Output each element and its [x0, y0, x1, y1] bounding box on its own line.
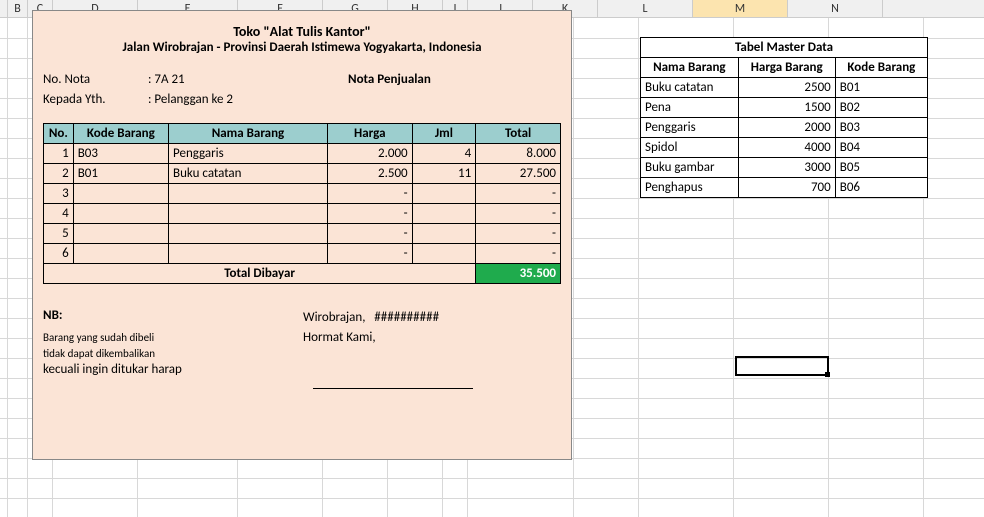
- master-table-panel: Tabel Master Data Nama Barang Harga Bara…: [640, 37, 928, 198]
- master-row[interactable]: Buku catatan 2500 B01: [641, 78, 928, 98]
- master-row[interactable]: Penggaris 2000 B03: [641, 118, 928, 138]
- master-row[interactable]: Penghapus 700 B06: [641, 178, 928, 198]
- table-row[interactable]: 6 - -: [44, 244, 561, 264]
- kepada-label: Kepada Yth.: [43, 92, 148, 107]
- master-row[interactable]: Pena 1500 B02: [641, 98, 928, 118]
- nb-label: NB:: [43, 308, 303, 324]
- col-header-B[interactable]: B: [8, 0, 28, 17]
- table-row[interactable]: 4 - -: [44, 204, 561, 224]
- master-title: Tabel Master Data: [641, 38, 928, 58]
- nb-line2: tidak dapat dikembalikan: [43, 346, 303, 362]
- th-harga: Harga: [327, 124, 412, 144]
- active-cell[interactable]: [735, 356, 829, 376]
- total-row: Total Dibayar 35.500: [44, 264, 561, 284]
- invoice-table[interactable]: No. Kode Barang Nama Barang Harga Jml To…: [43, 123, 561, 284]
- no-nota-value[interactable]: : 7A 21: [148, 72, 308, 87]
- master-th-nama: Nama Barang: [641, 58, 739, 78]
- total-value: 35.500: [476, 264, 561, 284]
- signature-line: [313, 388, 473, 389]
- master-table[interactable]: Tabel Master Data Nama Barang Harga Bara…: [640, 37, 928, 198]
- table-row[interactable]: 1 B03 Penggaris 2.000 4 8.000: [44, 144, 561, 164]
- table-row[interactable]: 2 B01 Buku catatan 2.500 11 27.500: [44, 164, 561, 184]
- master-th-harga: Harga Barang: [738, 58, 835, 78]
- th-jml: Jml: [412, 124, 476, 144]
- th-no: No.: [44, 124, 74, 144]
- table-row[interactable]: 5 - -: [44, 224, 561, 244]
- fill-handle-icon[interactable]: [825, 372, 830, 377]
- col-header-N[interactable]: N: [788, 0, 883, 17]
- total-label: Total Dibayar: [44, 264, 476, 284]
- no-nota-label: No. Nota: [43, 72, 148, 87]
- invoice-subtitle: Jalan Wirobrajan - Provinsi Daerah Istim…: [43, 40, 561, 55]
- nb-line1: Barang yang sudah dibeli: [43, 330, 303, 346]
- master-th-kode: Kode Barang: [835, 58, 927, 78]
- table-row[interactable]: 3 - -: [44, 184, 561, 204]
- master-row[interactable]: Buku gambar 3000 B05: [641, 158, 928, 178]
- col-header-L[interactable]: L: [598, 0, 693, 17]
- invoice-title: Toko "Alat Tulis Kantor": [43, 23, 561, 40]
- kepada-value[interactable]: : Pelanggan ke 2: [148, 92, 308, 107]
- th-nama: Nama Barang: [169, 124, 328, 144]
- th-kode: Kode Barang: [73, 124, 168, 144]
- master-row[interactable]: Spidol 4000 B04: [641, 138, 928, 158]
- footer-date: ##########: [374, 310, 439, 325]
- nb-line3: kecuali ingin ditukar harap: [43, 362, 303, 378]
- footer-hormat: Hormat Kami,: [303, 328, 561, 348]
- th-total: Total: [476, 124, 561, 144]
- invoice-panel: Toko "Alat Tulis Kantor" Jalan Wirobraja…: [32, 10, 572, 460]
- nota-penjualan-title: Nota Penjualan: [348, 72, 431, 87]
- col-header-M[interactable]: M: [693, 0, 788, 17]
- footer-place: Wirobrajan,: [303, 310, 365, 325]
